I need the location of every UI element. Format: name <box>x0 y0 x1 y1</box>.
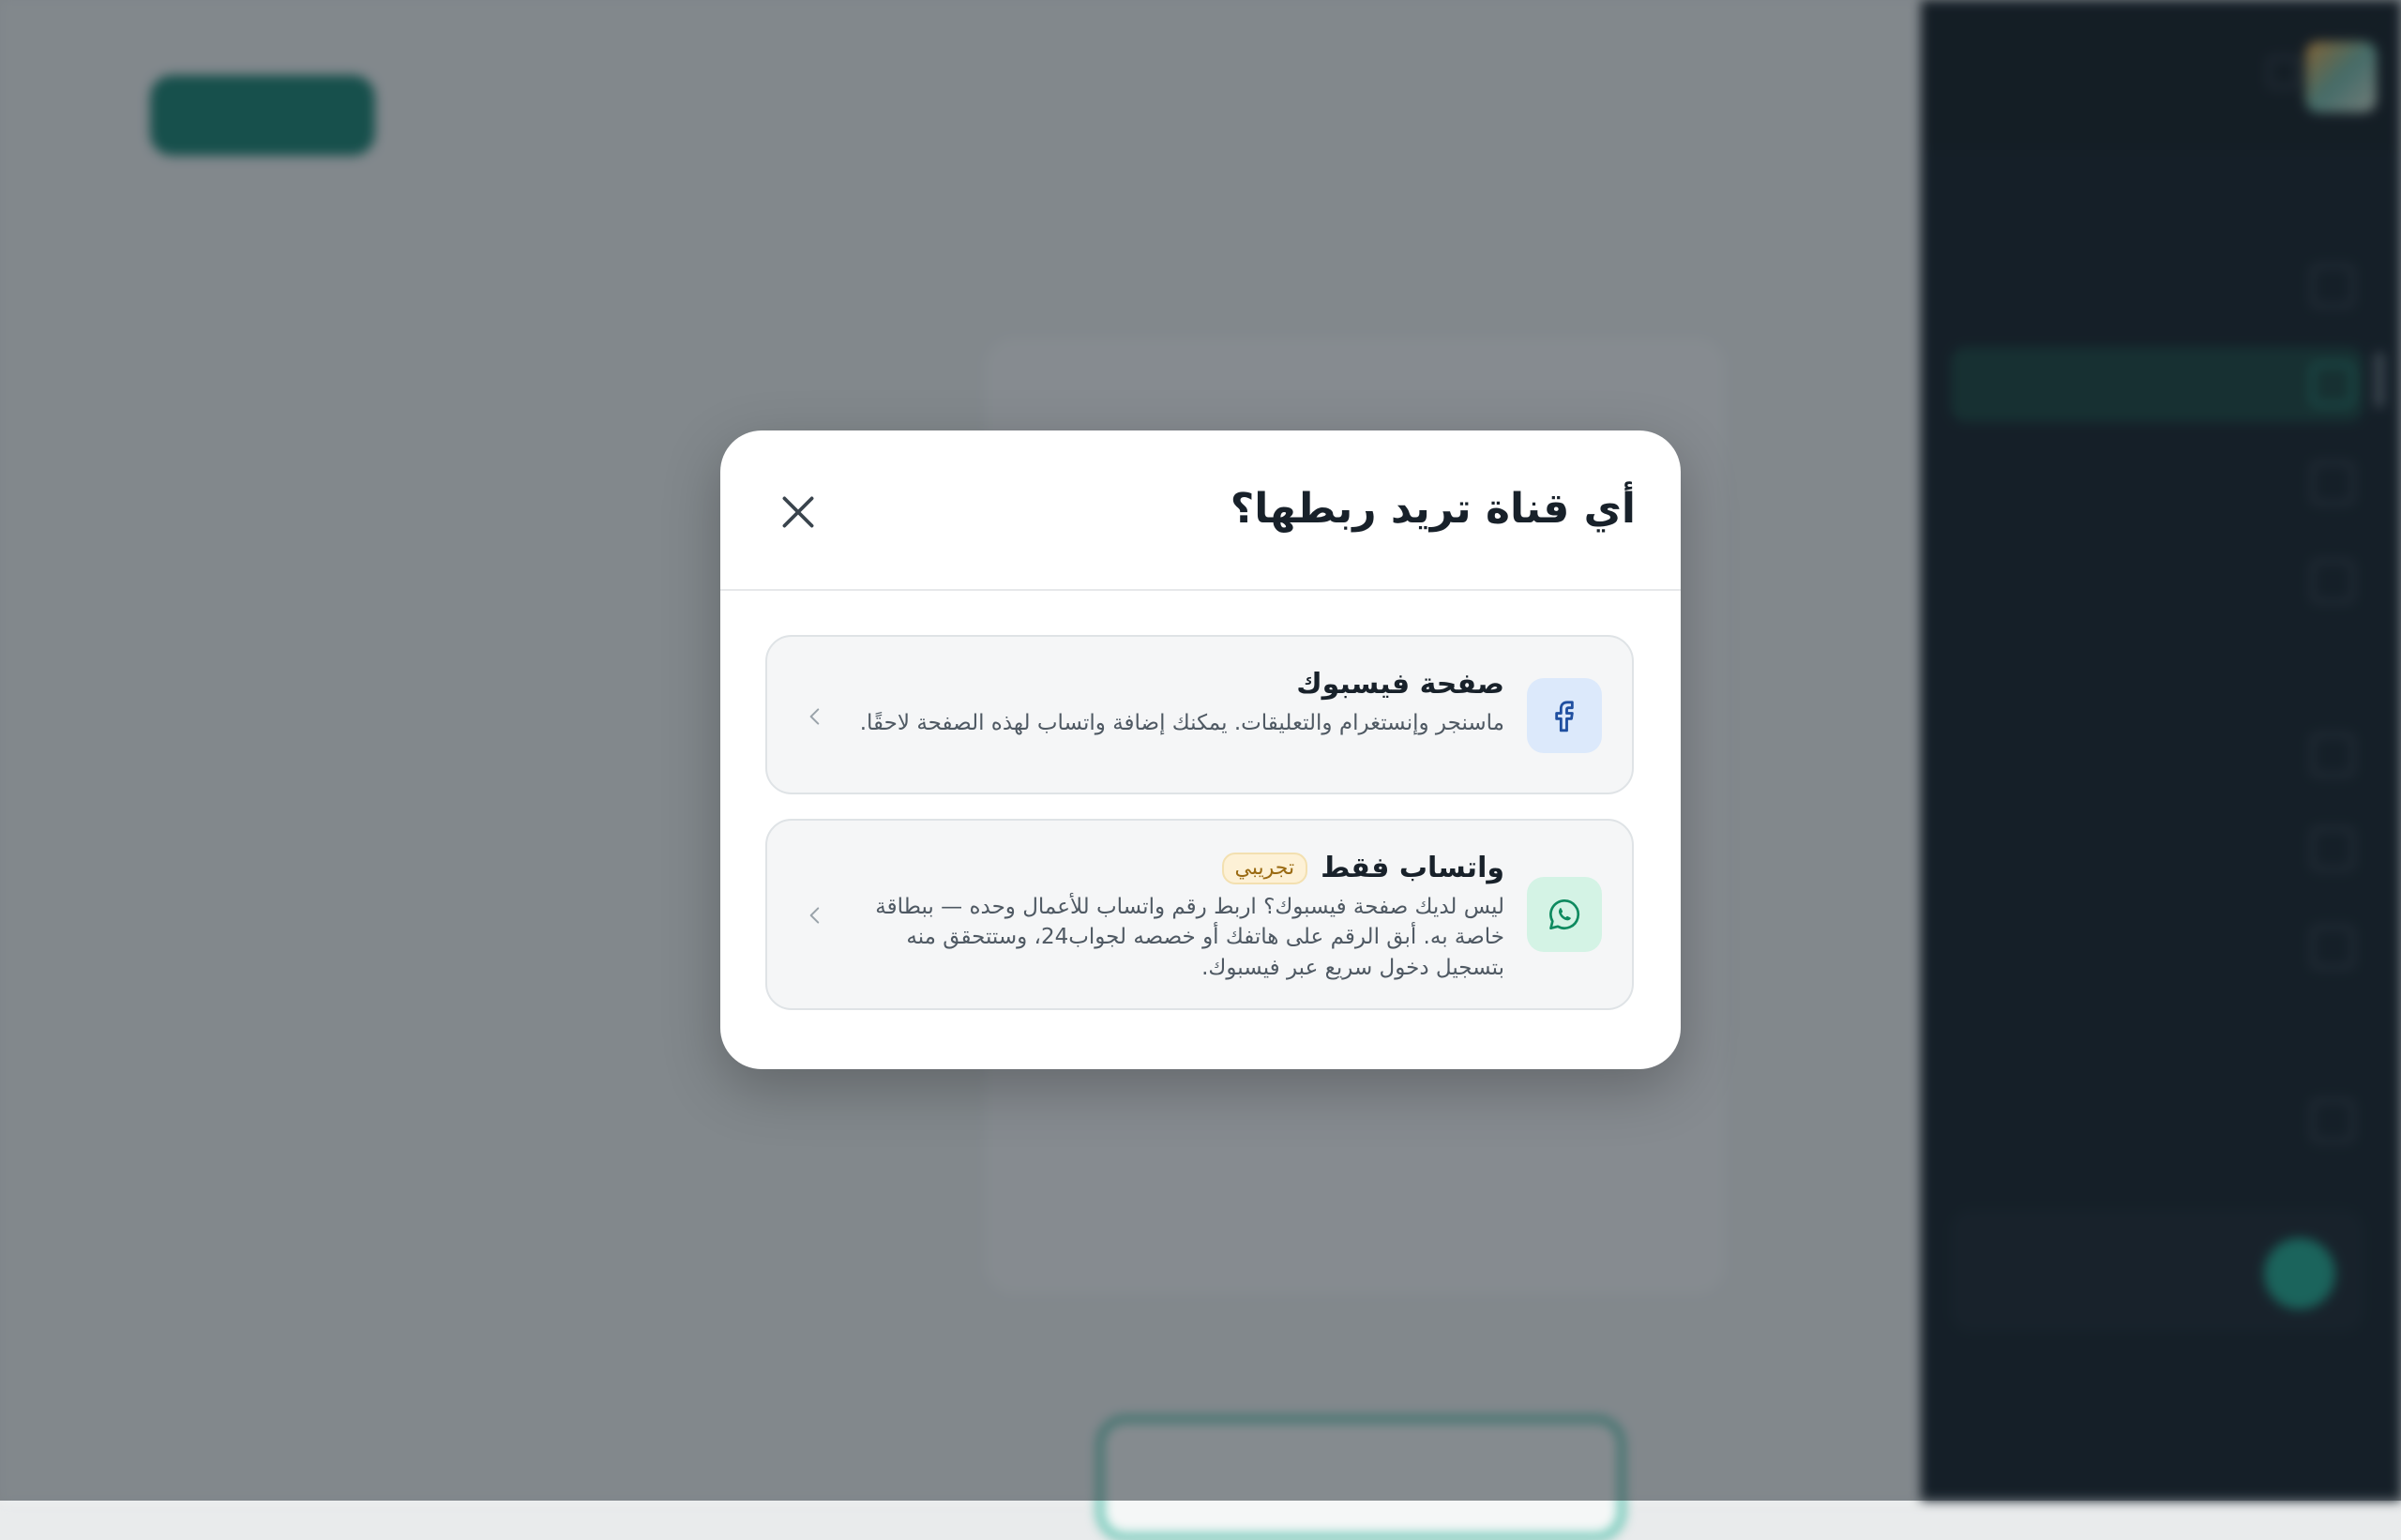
modal-header: أي قناة تريد ربطها؟ <box>720 430 1681 591</box>
channel-select-modal: أي قناة تريد ربطها؟ صفحة فيسبوك ماسنجر و… <box>720 430 1681 1069</box>
facebook-icon-tile <box>1527 678 1602 753</box>
option-description: ليس لديك صفحة فيسبوك؟ اربط رقم واتساب لل… <box>875 894 1504 980</box>
option-title: واتساب فقط <box>1321 852 1504 884</box>
option-whatsapp-only[interactable]: واتساب فقط تجريبي ليس لديك صفحة فيسبوك؟ … <box>765 819 1634 1010</box>
option-title: صفحة فيسبوك <box>1296 668 1504 701</box>
close-icon <box>782 496 814 528</box>
whatsapp-icon <box>1549 898 1580 929</box>
modal-title: أي قناة تريد ربطها؟ <box>1230 485 1636 533</box>
chevron-left-icon <box>803 704 827 729</box>
option-title-row: واتساب فقط تجريبي <box>857 851 1504 886</box>
chevron-left-icon <box>803 903 827 928</box>
close-button[interactable] <box>775 489 822 536</box>
option-description: ماسنجر وإنستغرام والتعليقات. يمكنك إضافة… <box>859 710 1504 735</box>
whatsapp-icon-tile <box>1527 877 1602 952</box>
option-title-row: صفحة فيسبوك <box>857 667 1504 702</box>
beta-badge: تجريبي <box>1221 852 1308 884</box>
facebook-icon <box>1555 701 1574 732</box>
option-text: صفحة فيسبوك ماسنجر وإنستغرام والتعليقات.… <box>857 667 1504 738</box>
option-text: واتساب فقط تجريبي ليس لديك صفحة فيسبوك؟ … <box>857 851 1504 983</box>
option-facebook-page[interactable]: صفحة فيسبوك ماسنجر وإنستغرام والتعليقات.… <box>765 635 1634 794</box>
